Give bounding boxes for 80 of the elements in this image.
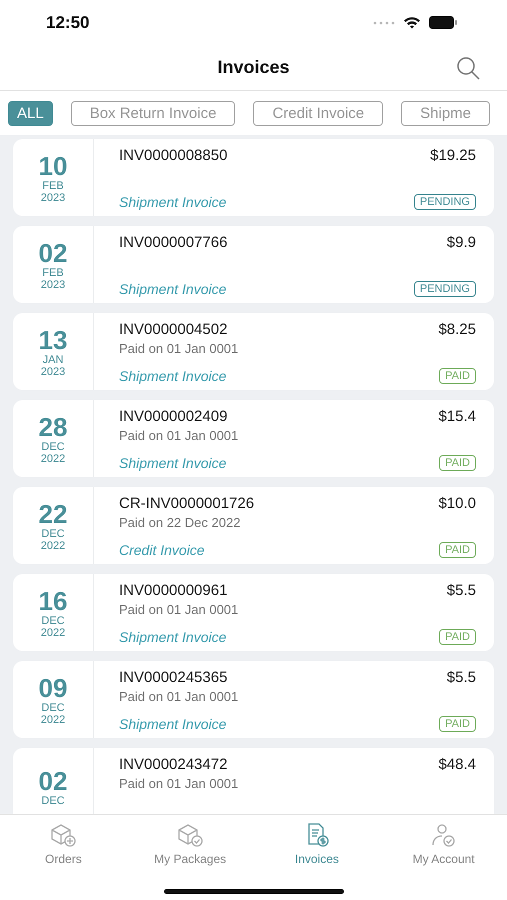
invoice-number: INV0000004502 bbox=[119, 321, 228, 338]
invoice-month: FEB bbox=[42, 266, 64, 278]
invoice-day: 09 bbox=[38, 674, 68, 702]
paid-date: Paid on 01 Jan 0001 bbox=[119, 776, 240, 791]
invoice-year: 2023 bbox=[40, 192, 66, 204]
invoice-number: INV0000008850 bbox=[119, 147, 228, 164]
paid-date: Paid on 01 Jan 0001 bbox=[119, 689, 240, 704]
status-badge: PENDING bbox=[414, 281, 476, 297]
invoice-amount: $10.0 bbox=[438, 495, 476, 512]
invoice-year: 2022 bbox=[40, 540, 66, 552]
paid-date: Paid on 22 Dec 2022 bbox=[119, 515, 242, 530]
invoice-day: 22 bbox=[38, 500, 68, 528]
invoice-month: DEC bbox=[41, 528, 65, 540]
invoice-number: CR-INV0000001726 bbox=[119, 495, 254, 512]
invoice-day: 10 bbox=[38, 152, 68, 180]
signal-icon bbox=[373, 20, 395, 24]
invoice-type: Shipment Invoice bbox=[119, 716, 226, 732]
status-badge: PAID bbox=[439, 716, 476, 732]
invoice-year: 2023 bbox=[40, 366, 66, 378]
status-badge: PAID bbox=[439, 368, 476, 384]
invoice-number: INV0000243472 bbox=[119, 756, 228, 773]
invoice-card[interactable]: 13 JAN 2023 INV0000004502 $8.25 Paid on 01 Jan 0001 Shipment Invoice PAID bbox=[13, 313, 494, 390]
status-badge: PENDING bbox=[414, 194, 476, 210]
invoice-amount: $8.25 bbox=[438, 321, 476, 338]
invoice-type: Shipment Invoice bbox=[119, 455, 226, 471]
invoice-number: INV0000245365 bbox=[119, 669, 228, 686]
status-time: 12:50 bbox=[46, 12, 90, 32]
invoice-card[interactable]: 02 DEC INV0000243472 $48.4 Paid on 01 Jan 0001 bbox=[13, 748, 494, 814]
invoice-card[interactable]: 02 FEB 2023 INV0000007766 $9.9 Shipment Invoice PENDING bbox=[13, 226, 494, 303]
invoice-card[interactable]: 22 DEC 2022 CR-INV0000001726 $10.0 Paid on 22 Dec 2022 Credit Invoice PAID bbox=[13, 487, 494, 564]
invoice-day: 28 bbox=[38, 412, 68, 440]
tab-item[interactable]: Invoices bbox=[262, 821, 372, 867]
invoice-day: 02 bbox=[38, 238, 68, 266]
screen-title: Invoices bbox=[217, 57, 290, 78]
invoice-year: 2022 bbox=[40, 626, 66, 638]
paid-date: Paid on 01 Jan 0001 bbox=[119, 602, 240, 617]
invoice-type: Shipment Invoice bbox=[119, 629, 226, 645]
status-badge: PAID bbox=[439, 455, 476, 471]
paid-date: Paid on 01 Jan 0001 bbox=[119, 341, 240, 356]
invoice-amount: $48.4 bbox=[438, 756, 476, 773]
invoice-amount: $5.5 bbox=[446, 669, 476, 686]
invoice-number: INV0000002409 bbox=[119, 408, 228, 425]
invoice-number: INV0000007766 bbox=[119, 234, 228, 251]
tab-item[interactable]: My Packages bbox=[135, 821, 246, 867]
invoice-month: DEC bbox=[41, 440, 65, 452]
invoice-day: 16 bbox=[38, 586, 68, 614]
invoice-month: JAN bbox=[42, 354, 64, 366]
invoice-amount: $9.9 bbox=[446, 234, 476, 251]
search-icon[interactable] bbox=[455, 55, 481, 81]
invoice-month: DEC bbox=[41, 614, 65, 626]
status-badge: PAID bbox=[439, 542, 476, 558]
invoice-month: FEB bbox=[42, 180, 64, 192]
invoice-year: 2022 bbox=[40, 452, 66, 464]
tab-item[interactable]: Orders bbox=[8, 821, 118, 867]
box-icon bbox=[49, 822, 78, 848]
status-badge: PAID bbox=[439, 629, 476, 645]
invoice-type: Shipment Invoice bbox=[119, 194, 226, 210]
invoice-amount: $5.5 bbox=[446, 582, 476, 599]
invoice-month: DEC bbox=[41, 702, 65, 714]
invoice-type: Credit Invoice bbox=[119, 542, 205, 558]
battery-icon bbox=[429, 16, 457, 29]
wifi-icon bbox=[403, 16, 421, 29]
invoice-day: 13 bbox=[38, 326, 68, 354]
invoice-year: 2023 bbox=[40, 278, 66, 290]
invoice-year: 2022 bbox=[40, 714, 66, 726]
invoice-day: 02 bbox=[38, 766, 68, 794]
invoice-amount: $19.25 bbox=[430, 147, 476, 164]
box-icon bbox=[176, 822, 204, 848]
invoice-number: INV0000000961 bbox=[119, 582, 228, 599]
invoice-card[interactable]: 09 DEC 2022 INV0000245365 $5.5 Paid on 01 Jan 0001 Shipment Invoice PAID bbox=[13, 661, 494, 738]
invoice-card[interactable]: 16 DEC 2022 INV0000000961 $5.5 Paid on 01 Jan 0001 Shipment Invoice PAID bbox=[13, 574, 494, 651]
invoice-month: DEC bbox=[41, 794, 65, 806]
invoice-card[interactable]: 28 DEC 2022 INV0000002409 $15.4 Paid on 01 Jan 0001 Shipment Invoice PAID bbox=[13, 400, 494, 477]
invoice-amount: $15.4 bbox=[438, 408, 476, 425]
tab-item[interactable]: My Account bbox=[388, 821, 499, 867]
paid-date: Paid on 01 Jan 0001 bbox=[119, 428, 240, 443]
invoice-type: Shipment Invoice bbox=[119, 368, 226, 384]
invoice-type: Shipment Invoice bbox=[119, 281, 226, 297]
filter-chip[interactable]: ALL bbox=[8, 100, 53, 126]
invoice-card[interactable]: 10 FEB 2023 INV0000008850 $19.25 Shipment Invoice PENDING bbox=[13, 139, 494, 216]
